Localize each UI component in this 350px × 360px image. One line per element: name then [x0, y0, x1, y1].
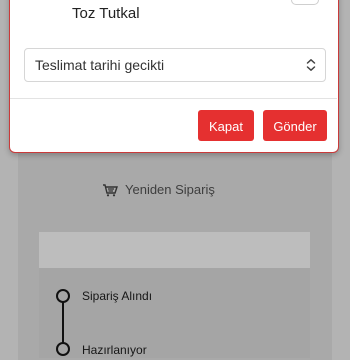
modal-footer-divider: [10, 98, 337, 99]
timeline-dot-icon: [56, 289, 70, 303]
timeline-connector: [62, 302, 64, 346]
cancel-request-modal: Toz Tutkal Teslimat tarihi gecikti Kapat…: [9, 0, 339, 153]
close-button[interactable]: Kapat: [198, 110, 254, 141]
reason-select-value: Teslimat tarihi gecikti: [35, 57, 165, 73]
reorder-link[interactable]: Yeniden Sipariş: [102, 182, 215, 197]
send-button[interactable]: Gönder: [263, 110, 327, 141]
product-name: Toz Tutkal: [72, 5, 140, 22]
tracking-header: [39, 232, 310, 268]
timeline-step-label: Sipariş Alındı: [82, 289, 153, 303]
select-arrows-icon: [306, 59, 316, 71]
cart-reorder-icon: [103, 183, 118, 196]
timeline-step-label: Hazırlanıyor: [82, 343, 147, 357]
timeline-dot-icon: [56, 342, 70, 356]
reorder-label: Yeniden Sipariş: [125, 182, 215, 197]
product-toggle[interactable]: [291, 0, 319, 5]
reason-select[interactable]: Teslimat tarihi gecikti: [24, 48, 326, 82]
tracking-body: [39, 268, 310, 358]
